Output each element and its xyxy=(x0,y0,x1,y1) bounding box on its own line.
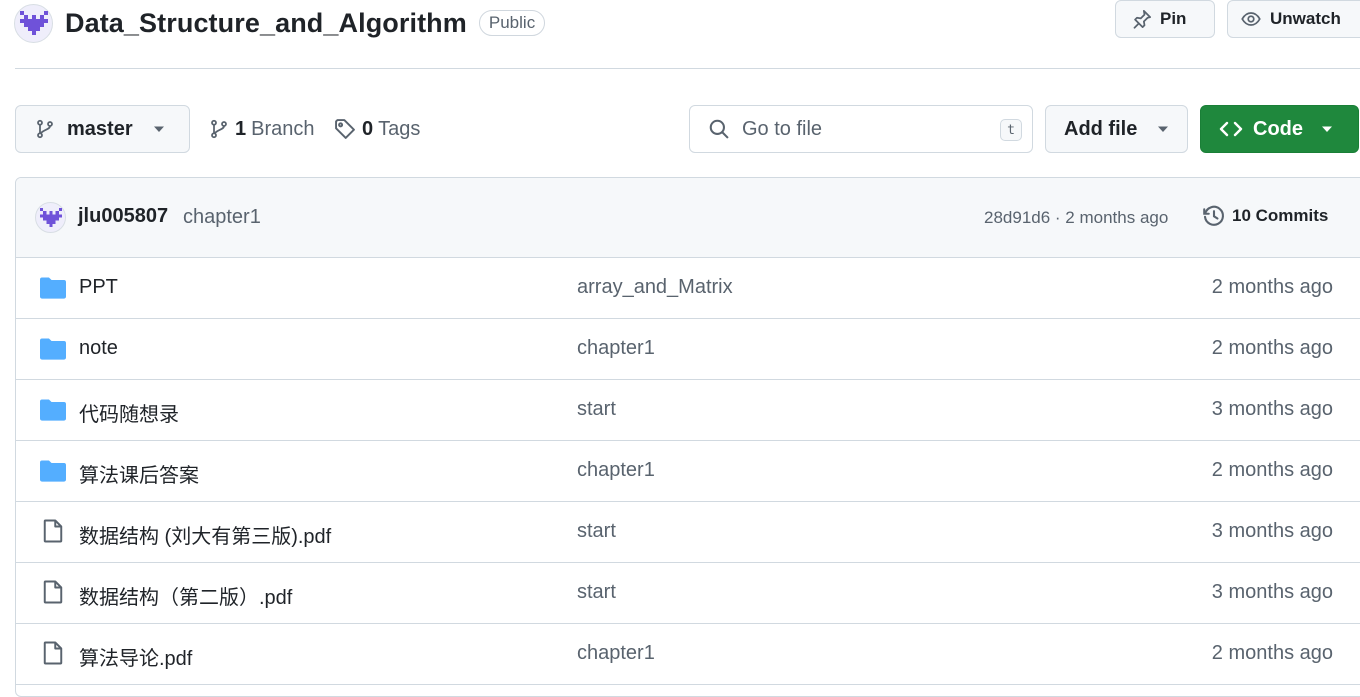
branch-icon xyxy=(209,118,229,140)
keyboard-shortcut-hint: t xyxy=(1000,119,1022,141)
chevron-down-icon xyxy=(153,125,165,133)
file-commit-age: 3 months ago xyxy=(1211,581,1333,603)
branch-selector[interactable]: master xyxy=(15,105,190,153)
code-button[interactable]: Code xyxy=(1200,105,1359,153)
search-placeholder: Go to file xyxy=(742,117,823,140)
file-name[interactable]: 数据结构 (刘大有第三版).pdf xyxy=(79,520,331,549)
pin-icon xyxy=(1132,9,1152,29)
file-commit-message[interactable]: start xyxy=(577,581,616,604)
file-name[interactable]: 数据结构（第二版）.pdf xyxy=(79,581,292,610)
repo-name[interactable]: Data_Structure_and_Algorithm xyxy=(65,8,467,39)
file-row[interactable]: 算法导论.pdf chapter1 2 months ago xyxy=(16,624,1360,685)
branch-count-label: Branch xyxy=(251,117,315,140)
file-commit-message[interactable]: start xyxy=(577,520,616,543)
chevron-down-icon xyxy=(1321,125,1333,133)
file-commit-message[interactable]: start xyxy=(577,398,616,421)
code-label: Code xyxy=(1253,117,1303,140)
file-name[interactable]: 代码随想录 xyxy=(79,398,179,427)
file-commit-age: 3 months ago xyxy=(1211,398,1333,420)
file-list: PPT array_and_Matrix 2 months ago note c… xyxy=(16,258,1360,685)
file-commit-age: 3 months ago xyxy=(1211,520,1333,542)
file-icon xyxy=(42,580,64,604)
add-file-label: Add file xyxy=(1064,117,1138,140)
file-row[interactable]: 数据结构 (刘大有第三版).pdf start 3 months ago xyxy=(16,502,1360,563)
watch-button[interactable]: Unwatch xyxy=(1227,0,1360,38)
file-commit-age: 2 months ago xyxy=(1211,459,1333,481)
folder-icon xyxy=(40,277,66,299)
file-commit-age: 2 months ago xyxy=(1211,642,1333,664)
commits-count: 10 Commits xyxy=(1232,206,1329,225)
tag-count: 0 xyxy=(362,117,374,140)
file-commit-message[interactable]: chapter1 xyxy=(577,642,655,665)
folder-row[interactable]: PPT array_and_Matrix 2 months ago xyxy=(16,258,1360,319)
file-name[interactable]: note xyxy=(79,337,118,360)
folder-icon xyxy=(40,460,66,482)
commit-message[interactable]: chapter1 xyxy=(183,206,261,229)
latest-commit-bar: jlu005807 chapter1 28d91d6 · 2 months ag… xyxy=(16,178,1360,258)
file-commit-message[interactable]: chapter1 xyxy=(577,337,655,360)
owner-avatar[interactable] xyxy=(14,3,53,43)
author-avatar[interactable] xyxy=(35,202,66,233)
folder-icon xyxy=(40,338,66,360)
watch-label: Unwatch xyxy=(1270,9,1341,28)
pin-button[interactable]: Pin xyxy=(1115,0,1215,38)
file-toolbar: master 1 Branch 0 Tags Go to file t Add … xyxy=(0,105,1360,153)
folder-row[interactable]: 算法课后答案 chapter1 2 months ago xyxy=(16,441,1360,502)
search-icon xyxy=(708,118,730,140)
file-icon xyxy=(42,519,64,543)
file-row[interactable]: 数据结构（第二版）.pdf start 3 months ago xyxy=(16,563,1360,624)
branches-link[interactable]: 1 Branch xyxy=(209,105,315,153)
file-name[interactable]: PPT xyxy=(79,276,118,299)
file-browser: jlu005807 chapter1 28d91d6 · 2 months ag… xyxy=(15,177,1360,697)
chevron-down-icon xyxy=(1157,125,1169,133)
file-name[interactable]: 算法课后答案 xyxy=(79,459,199,488)
file-icon xyxy=(42,641,64,665)
branch-count: 1 xyxy=(235,117,247,140)
commit-hash-time[interactable]: 28d91d6 · 2 months ago xyxy=(984,208,1168,228)
pin-label: Pin xyxy=(1160,9,1187,28)
visibility-badge: Public xyxy=(478,10,546,36)
commit-author[interactable]: jlu005807 xyxy=(78,205,168,228)
branch-icon xyxy=(35,118,55,140)
tag-count-label: Tags xyxy=(378,117,421,140)
commits-history-link[interactable]: 10 Commits xyxy=(1202,204,1328,228)
eye-icon xyxy=(1240,9,1262,29)
file-name[interactable]: 算法导论.pdf xyxy=(79,642,192,671)
folder-row[interactable]: 代码随想录 start 3 months ago xyxy=(16,380,1360,441)
file-commit-age: 2 months ago xyxy=(1211,337,1333,359)
add-file-button[interactable]: Add file xyxy=(1045,105,1188,153)
branch-name: master xyxy=(67,117,133,140)
tags-link[interactable]: 0 Tags xyxy=(334,105,420,153)
folder-icon xyxy=(40,399,66,421)
file-commit-message[interactable]: array_and_Matrix xyxy=(577,276,733,299)
folder-row[interactable]: note chapter1 2 months ago xyxy=(16,319,1360,380)
header-divider xyxy=(15,68,1360,69)
code-icon xyxy=(1219,119,1243,139)
history-icon xyxy=(1202,204,1226,228)
file-commit-age: 2 months ago xyxy=(1211,276,1333,298)
go-to-file-input[interactable]: Go to file t xyxy=(689,105,1033,153)
file-commit-message[interactable]: chapter1 xyxy=(577,459,655,482)
tag-icon xyxy=(334,118,356,140)
